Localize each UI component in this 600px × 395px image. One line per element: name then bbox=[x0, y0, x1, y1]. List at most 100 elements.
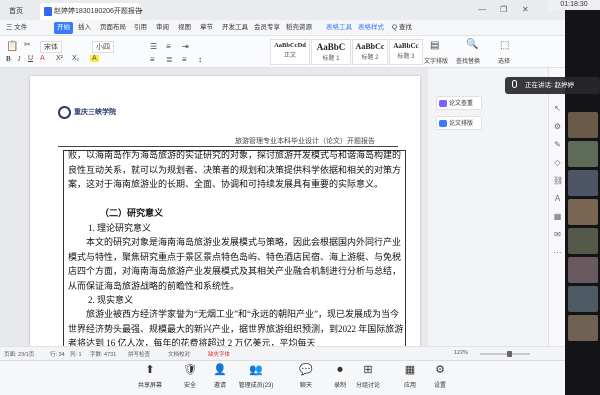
meeting-toolbar: ⬆ 共享屏幕 🛡 安全 👤 邀请 👥 管理成员(23) 💬 聊天 ⏺ 录制 ⊞ 分组讨论 ▦ 应用 ⚙ 设置 bbox=[0, 360, 565, 395]
font-color-button[interactable]: A bbox=[40, 55, 45, 62]
doc-proof-button[interactable]: 文档校对 bbox=[168, 350, 190, 358]
menu-item-table-style[interactable]: 表格样式 bbox=[358, 22, 384, 34]
menu-item-developer[interactable]: 开发工具 bbox=[222, 22, 248, 34]
menu-item-chapter[interactable]: 章节 bbox=[200, 22, 213, 34]
menu-item-insert[interactable]: 插入 bbox=[78, 22, 91, 34]
superscript-button[interactable]: X² bbox=[56, 55, 63, 62]
line-spacing-icon[interactable]: ↕ bbox=[198, 55, 202, 64]
file-menu[interactable]: 三 文件 bbox=[6, 22, 27, 34]
comment-icon[interactable]: ✉ bbox=[553, 230, 562, 239]
university-logo-text: 重庆三峡学院 bbox=[74, 108, 116, 116]
meeting-clock: 01:18:30 bbox=[548, 0, 600, 10]
breakout-button[interactable]: ⊞ 分组讨论 bbox=[348, 364, 388, 394]
participant-video-3[interactable] bbox=[568, 170, 598, 196]
menu-item-table-tools[interactable]: 表格工具 bbox=[326, 22, 352, 34]
document-tab[interactable]: 赵婷婷18301802​06开题报告 bbox=[40, 3, 142, 20]
align-center-icon[interactable]: ≣ bbox=[166, 55, 173, 64]
style-heading-1-preview: AaBbC bbox=[316, 42, 346, 52]
align-left-icon[interactable]: ≡ bbox=[150, 55, 155, 64]
menu-item-review[interactable]: 审阅 bbox=[156, 22, 169, 34]
university-seal-icon bbox=[58, 106, 71, 119]
select-icon[interactable]: ⬚ bbox=[500, 40, 509, 51]
participant-video-4[interactable] bbox=[568, 199, 598, 225]
menu-item-home[interactable]: 开始 bbox=[54, 22, 73, 34]
style-heading-3[interactable]: AaBbCc 标题 3 bbox=[389, 39, 423, 65]
share-screen-button[interactable]: ⬆ 共享屏幕 bbox=[130, 364, 170, 394]
members-icon: 👥 bbox=[249, 364, 263, 376]
microphone-icon bbox=[512, 80, 517, 88]
menu-item-page-layout[interactable]: 页面布局 bbox=[100, 22, 126, 34]
speaking-text: 正在讲话: 赵婷婷 bbox=[525, 82, 575, 89]
invite-icon: 👤 bbox=[213, 364, 227, 376]
spell-check-toggle[interactable]: 拼写检查 bbox=[128, 350, 150, 358]
restore-icon[interactable]: ❐ bbox=[500, 5, 507, 14]
link-icon[interactable]: ⛓ bbox=[553, 176, 563, 185]
grid-icon[interactable]: ▦ bbox=[553, 212, 562, 221]
thesis-check-button[interactable]: 论文查重 bbox=[436, 96, 482, 110]
status-line: 行: 34 bbox=[50, 352, 65, 358]
style-normal-label: 正文 bbox=[283, 53, 296, 59]
text-layout-label[interactable]: 文字排版 bbox=[424, 56, 448, 65]
wps-window: 首页 赵婷婷18301802​06开题报告 + — ❐ ✕ 三 文件 开始 插入… bbox=[0, 0, 565, 360]
indent-icon[interactable]: ⇥ bbox=[182, 42, 189, 51]
status-col: 列: 1 bbox=[70, 352, 82, 358]
zoom-level[interactable]: 122% bbox=[454, 350, 468, 356]
participant-video-7[interactable] bbox=[568, 286, 598, 312]
cursor-icon[interactable]: ↖ bbox=[553, 104, 562, 113]
zoom-slider-knob[interactable] bbox=[507, 351, 512, 357]
cut-icon[interactable]: ✂ bbox=[24, 40, 31, 49]
thesis-format-button[interactable]: 论文排版 bbox=[436, 116, 482, 130]
record-icon: ⏺ bbox=[337, 364, 343, 376]
participant-video-2[interactable] bbox=[568, 141, 598, 167]
menu-item-view[interactable]: 视图 bbox=[178, 22, 191, 34]
participant-video-1[interactable] bbox=[568, 112, 598, 138]
settings-icon[interactable]: ⚙ bbox=[553, 122, 562, 131]
highlight-button[interactable]: A bbox=[90, 55, 99, 62]
shape-icon[interactable]: ◇ bbox=[553, 158, 562, 167]
close-icon[interactable]: ✕ bbox=[522, 5, 529, 14]
style-heading-2[interactable]: AaBbCc 标题 2 bbox=[352, 39, 388, 65]
align-right-icon[interactable]: ≡ bbox=[182, 55, 187, 64]
menu-item-member[interactable]: 会员专享 bbox=[254, 22, 280, 34]
font-size-select[interactable]: 小四 bbox=[92, 41, 114, 53]
find-replace-icon[interactable]: 🔍 bbox=[466, 39, 478, 50]
subscript-button[interactable]: X₂ bbox=[72, 55, 79, 62]
edit-icon[interactable]: ✎ bbox=[553, 140, 562, 149]
invite-button[interactable]: 👤 邀请 bbox=[200, 364, 240, 394]
zoom-slider[interactable] bbox=[480, 351, 530, 357]
search-button[interactable]: Q 查找 bbox=[392, 22, 412, 34]
bullet-list-icon[interactable]: ☰ bbox=[150, 42, 157, 51]
numbered-list-icon[interactable]: ≡ bbox=[166, 42, 171, 51]
menu-item-docer[interactable]: 稻壳资源 bbox=[286, 22, 312, 34]
new-tab-button[interactable]: + bbox=[134, 3, 148, 20]
status-bar: 页面: 23/1页 行: 34 列: 1 字数: 4731 拼写检查 文档校对 … bbox=[0, 346, 565, 360]
find-replace-label[interactable]: 查找替换 bbox=[456, 56, 480, 65]
screen: 首页 赵婷婷18301802​06开题报告 + — ❐ ✕ 三 文件 开始 插入… bbox=[0, 0, 600, 395]
sidebar-tools: ↖ ⚙ ✎ ◇ ⛓ A ▦ ✉ ⋯ bbox=[548, 68, 565, 346]
select-label[interactable]: 选择 bbox=[498, 56, 510, 65]
participant-video-8[interactable] bbox=[568, 315, 598, 341]
members-button[interactable]: 👥 管理成员(23) bbox=[236, 364, 276, 394]
settings-button[interactable]: ⚙ 设置 bbox=[420, 364, 460, 394]
underline-button[interactable]: U bbox=[28, 55, 33, 62]
heading-practical-significance: 2. 现实意义 bbox=[88, 295, 134, 305]
menu-item-references[interactable]: 引用 bbox=[134, 22, 147, 34]
italic-button[interactable]: I bbox=[18, 55, 20, 63]
home-tab[interactable]: 首页 bbox=[4, 3, 28, 20]
breakout-icon: ⊞ bbox=[363, 364, 373, 376]
style-icon[interactable]: A bbox=[553, 194, 562, 203]
style-heading-1[interactable]: AaBbC 标题 1 bbox=[311, 39, 351, 65]
settings-label: 设置 bbox=[433, 383, 446, 389]
style-normal[interactable]: AaBbCcDd 正文 bbox=[270, 39, 310, 65]
speaking-indicator: 正在讲话: 赵婷婷 bbox=[505, 77, 600, 94]
paste-icon[interactable]: 📋 bbox=[6, 41, 18, 52]
missing-font-button[interactable]: 缺失字体 bbox=[208, 350, 230, 358]
text-layout-icon[interactable]: ▤ bbox=[430, 40, 439, 51]
minimize-icon[interactable]: — bbox=[478, 5, 486, 14]
bold-button[interactable]: B bbox=[6, 55, 11, 63]
more-icon[interactable]: ⋯ bbox=[553, 248, 562, 257]
participant-video-6[interactable] bbox=[568, 257, 598, 283]
status-words[interactable]: 字数: 4731 bbox=[90, 350, 116, 358]
participant-video-5[interactable] bbox=[568, 228, 598, 254]
font-name-select[interactable]: 宋体 bbox=[40, 41, 62, 53]
